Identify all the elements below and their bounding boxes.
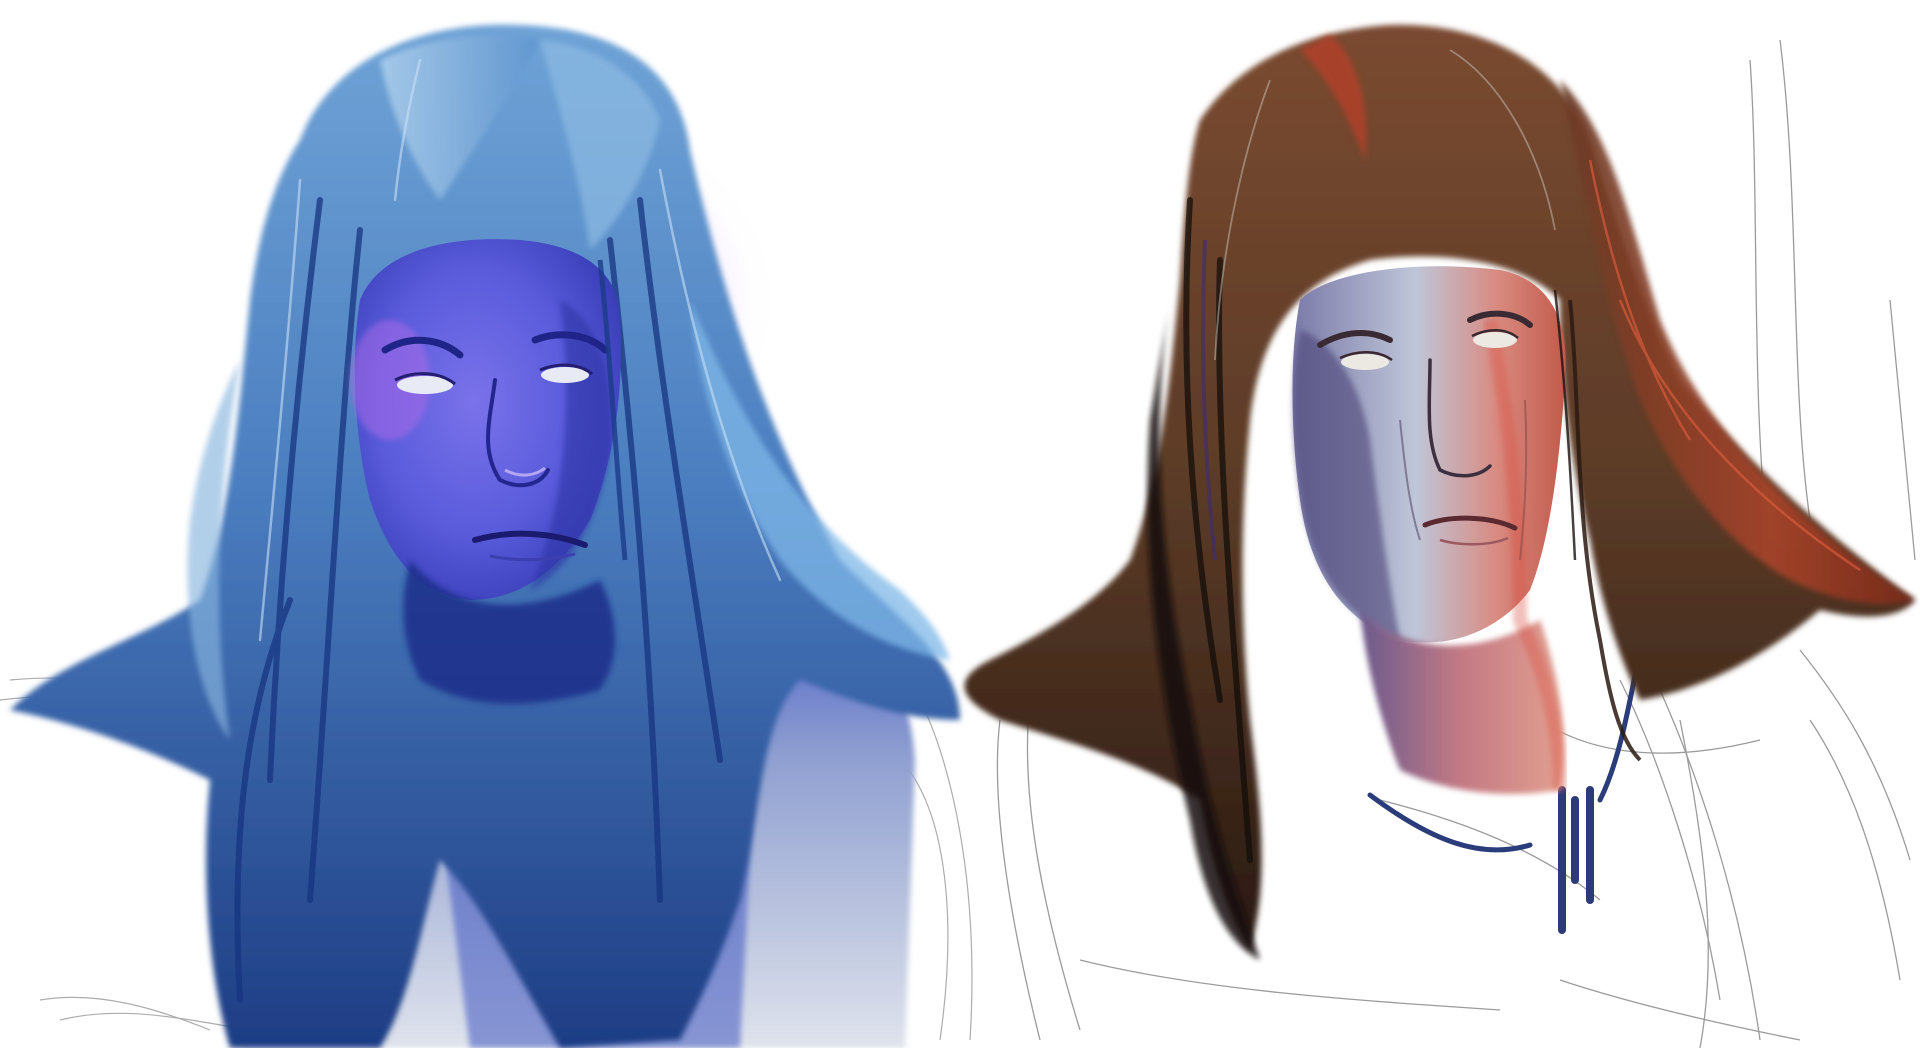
warm-portrait — [964, 24, 1916, 1048]
digital-painting — [0, 24, 1916, 1048]
blue-portrait — [0, 24, 973, 1048]
artwork-canvas — [0, 0, 1920, 1048]
